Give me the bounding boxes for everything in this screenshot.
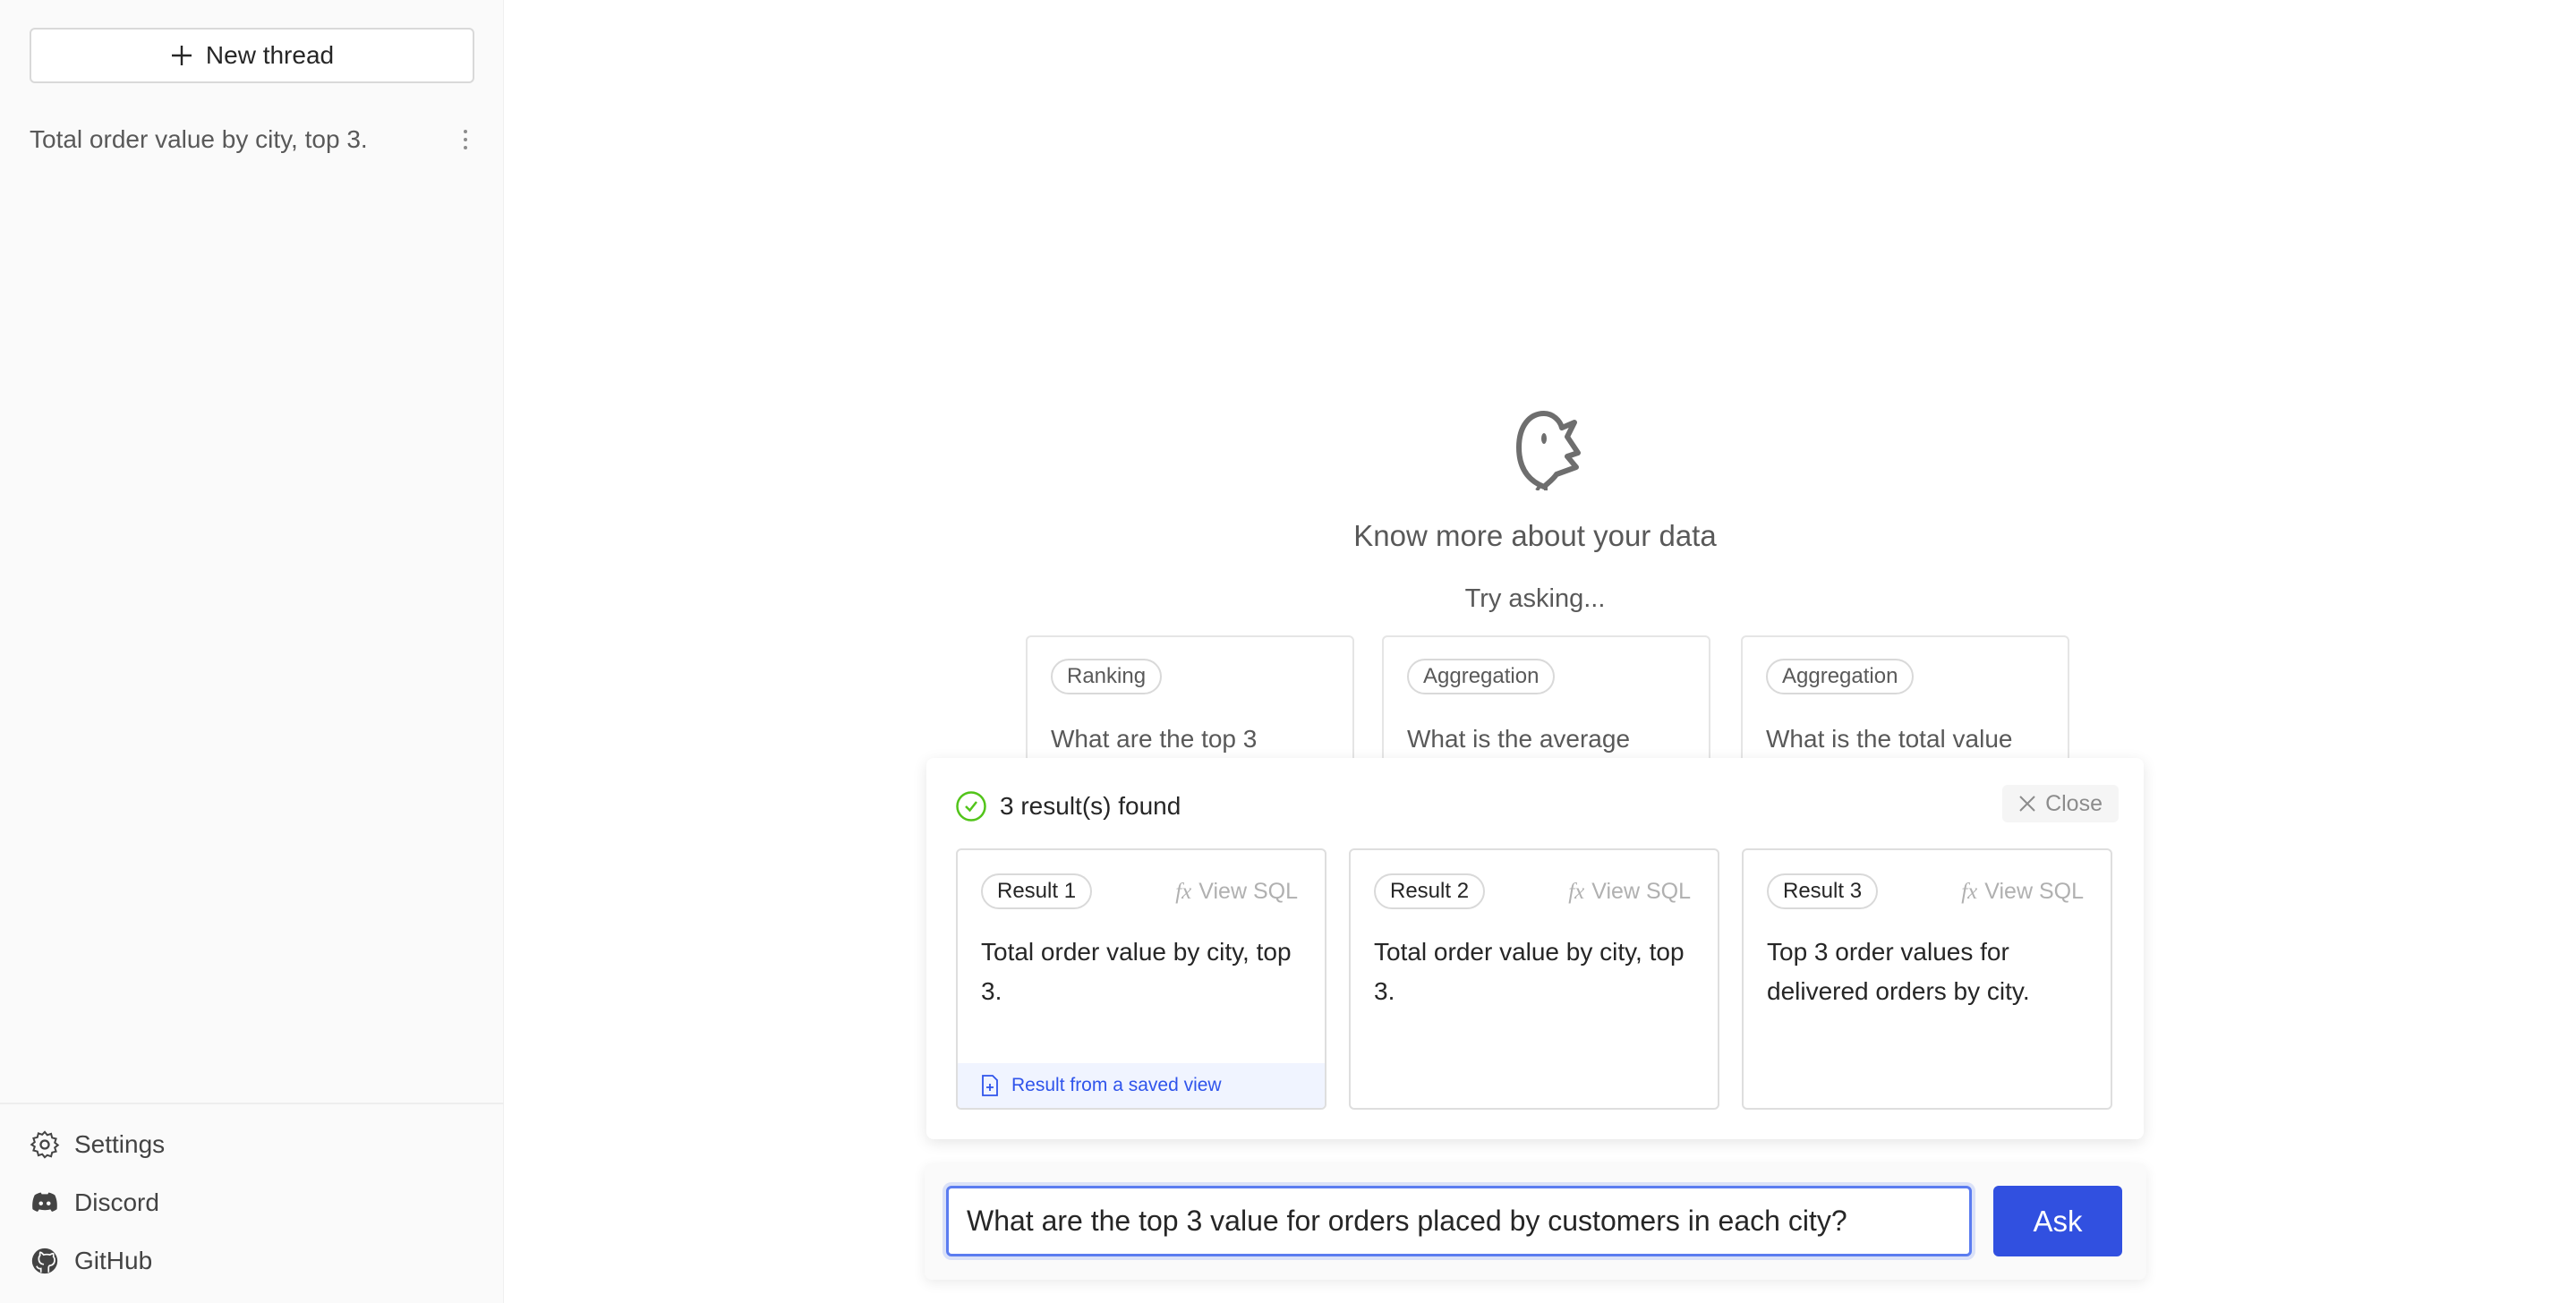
result-text: Top 3 order values for delivered orders … [1767, 938, 2030, 1005]
thread-title: Total order value by city, top 3. [30, 125, 368, 153]
view-sql-label: View SQL [1591, 879, 1691, 904]
suggestion-text: What are the top 3 [1051, 725, 1258, 753]
result-card[interactable]: Result 3 fx View SQL Top 3 order values f… [1742, 848, 2112, 1110]
new-thread-label: New thread [205, 41, 335, 69]
settings-label: Settings [74, 1130, 166, 1158]
thread-item[interactable]: Total order value by city, top 3. [30, 120, 474, 159]
results-status-text: 3 result(s) found [1000, 792, 1181, 820]
github-icon [31, 1248, 58, 1274]
view-sql-button[interactable]: fx View SQL [1961, 879, 2084, 905]
result-text: Total order value by city, top 3. [1374, 938, 1685, 1005]
discord-label: Discord [74, 1188, 159, 1216]
suggestion-tag: Aggregation [1766, 659, 1915, 694]
suggestion-text: What is the total value [1766, 725, 2013, 753]
suggestion-text: What is the average [1407, 725, 1631, 753]
result-text: Total order value by city, top 3. [981, 938, 1292, 1005]
github-label: GitHub [74, 1247, 153, 1274]
result-tag: Result 2 [1374, 873, 1486, 909]
view-sql-button[interactable]: fx View SQL [1175, 879, 1298, 905]
sidebar: New thread Total order value by city, to… [0, 0, 504, 1303]
view-sql-label: View SQL [1984, 879, 2084, 904]
results-status: 3 result(s) found [955, 790, 1181, 822]
fx-icon: fx [1568, 880, 1585, 904]
saved-view-text: Result from a saved view [1011, 1075, 1222, 1095]
suggestion-tag: Ranking [1051, 659, 1163, 694]
saved-view-note: Result from a saved view [958, 1063, 1325, 1108]
close-icon [2019, 796, 2035, 812]
suggestion-tag: Aggregation [1407, 659, 1556, 694]
result-card[interactable]: Result 1 fx View SQL Total order value by… [956, 848, 1326, 1110]
fx-icon: fx [1961, 880, 1978, 904]
result-card[interactable]: Result 2 fx View SQL Total order value by… [1349, 848, 1719, 1110]
results-panel: 3 result(s) found Close Result 1 fx View … [926, 758, 2144, 1139]
settings-link[interactable]: Settings [30, 1129, 165, 1160]
result-tag: Result 1 [981, 873, 1093, 909]
divider [0, 1103, 504, 1104]
page-title: Know more about your data [1353, 519, 1717, 552]
view-sql-label: View SQL [1198, 879, 1298, 904]
result-tag: Result 3 [1767, 873, 1879, 909]
gear-icon [30, 1130, 60, 1159]
discord-link[interactable]: Discord [30, 1188, 159, 1218]
discord-icon [32, 1192, 57, 1212]
view-sql-button[interactable]: fx View SQL [1568, 879, 1691, 905]
close-label: Close [2045, 790, 2103, 816]
question-input[interactable] [946, 1186, 1972, 1256]
plus-icon [171, 46, 192, 65]
fx-icon: fx [1175, 880, 1192, 904]
bird-logo-icon [1516, 411, 1581, 490]
close-button[interactable]: Close [2002, 785, 2119, 822]
github-link[interactable]: GitHub [30, 1246, 152, 1276]
new-thread-button[interactable]: New thread [30, 28, 474, 83]
ask-button[interactable]: Ask [1993, 1186, 2122, 1256]
check-circle-icon [956, 791, 986, 822]
prompt-bar: Ask [925, 1163, 2146, 1280]
try-asking-label: Try asking... [1464, 584, 1606, 613]
more-vertical-icon[interactable] [456, 127, 474, 152]
file-add-icon [982, 1075, 998, 1096]
